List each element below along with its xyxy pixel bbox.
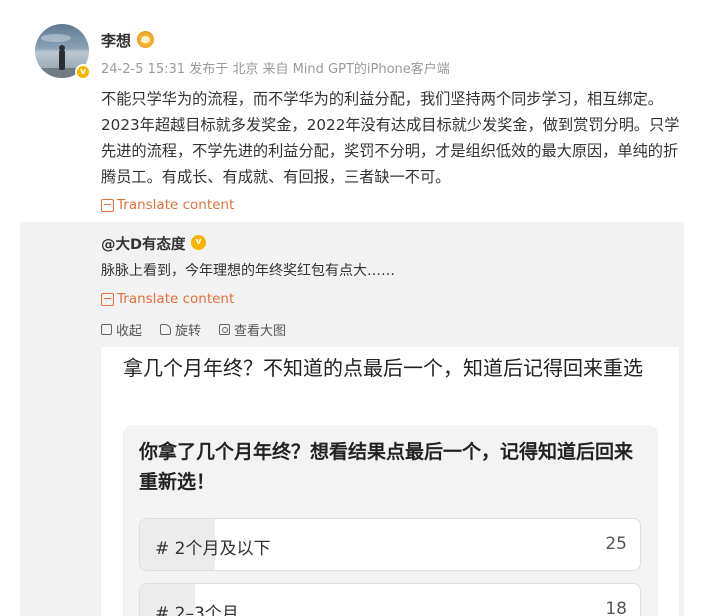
poll-option-label: # 2–3个月 bbox=[155, 604, 239, 616]
verified-icon: v bbox=[75, 64, 91, 80]
repost-author[interactable]: @大D有态度 bbox=[101, 233, 186, 254]
post-text: 不能只学华为的流程，而不学华为的利益分配，我们坚持两个同步学习，相互绑定。202… bbox=[101, 90, 680, 186]
user-level-icon[interactable] bbox=[137, 31, 154, 48]
poll-option-label: # 2个月及以下 bbox=[155, 539, 271, 559]
repost-text: 脉脉上看到，今年理想的年终奖红包有点大…… bbox=[101, 263, 395, 279]
view-large-button[interactable]: 查看大图 bbox=[219, 320, 286, 339]
weibo-post: v 李想 24-2-5 15:31 发布于 北京 来自 Mind GPT的iPh… bbox=[0, 0, 704, 616]
poll-card: 你拿了几个月年终？想看结果点最后一个，记得知道后回来重新选！ # 2个月及以下 … bbox=[123, 425, 658, 616]
view-large-label: 查看大图 bbox=[234, 324, 287, 339]
post-meta: 24-2-5 15:31 发布于 北京 来自 Mind GPT的iPhone客户… bbox=[101, 62, 450, 77]
rotate-button[interactable]: 旋转 bbox=[160, 320, 201, 339]
image-actions: 收起 旋转 查看大图 bbox=[101, 320, 286, 339]
avatar-figure-body bbox=[59, 50, 65, 70]
rotate-icon bbox=[160, 324, 172, 335]
translate-label: Translate content bbox=[117, 291, 235, 307]
poll-option[interactable]: # 2个月及以下 25 bbox=[139, 518, 641, 571]
rotate-label: 旋转 bbox=[175, 324, 202, 339]
collapse-label: 收起 bbox=[116, 324, 143, 339]
collapse-button[interactable]: 收起 bbox=[101, 320, 142, 339]
embedded-screenshot[interactable]: 拿几个月年终？不知道的点最后一个，知道后记得回来重选 你拿了几个月年终？想看结果… bbox=[101, 347, 679, 616]
translate-icon bbox=[101, 198, 114, 212]
poll-question: 你拿了几个月年终？想看结果点最后一个，记得知道后回来重新选！ bbox=[139, 441, 634, 493]
poll-option[interactable]: # 2–3个月 18 bbox=[139, 583, 641, 616]
translate-icon bbox=[101, 292, 114, 306]
view-large-icon bbox=[219, 324, 231, 335]
poll-option-count: 25 bbox=[605, 534, 627, 554]
translate-label: Translate content bbox=[117, 197, 235, 213]
repost-verified-icon: v bbox=[191, 235, 206, 250]
poll-option-count: 18 bbox=[605, 599, 627, 616]
embedded-title: 拿几个月年终？不知道的点最后一个，知道后记得回来重选 bbox=[123, 356, 643, 380]
collapse-icon bbox=[101, 324, 112, 335]
username[interactable]: 李想 bbox=[101, 30, 131, 51]
translate-button[interactable]: Translate content bbox=[101, 197, 234, 213]
avatar-cloud bbox=[41, 34, 71, 42]
repost-translate-button[interactable]: Translate content bbox=[101, 291, 234, 307]
